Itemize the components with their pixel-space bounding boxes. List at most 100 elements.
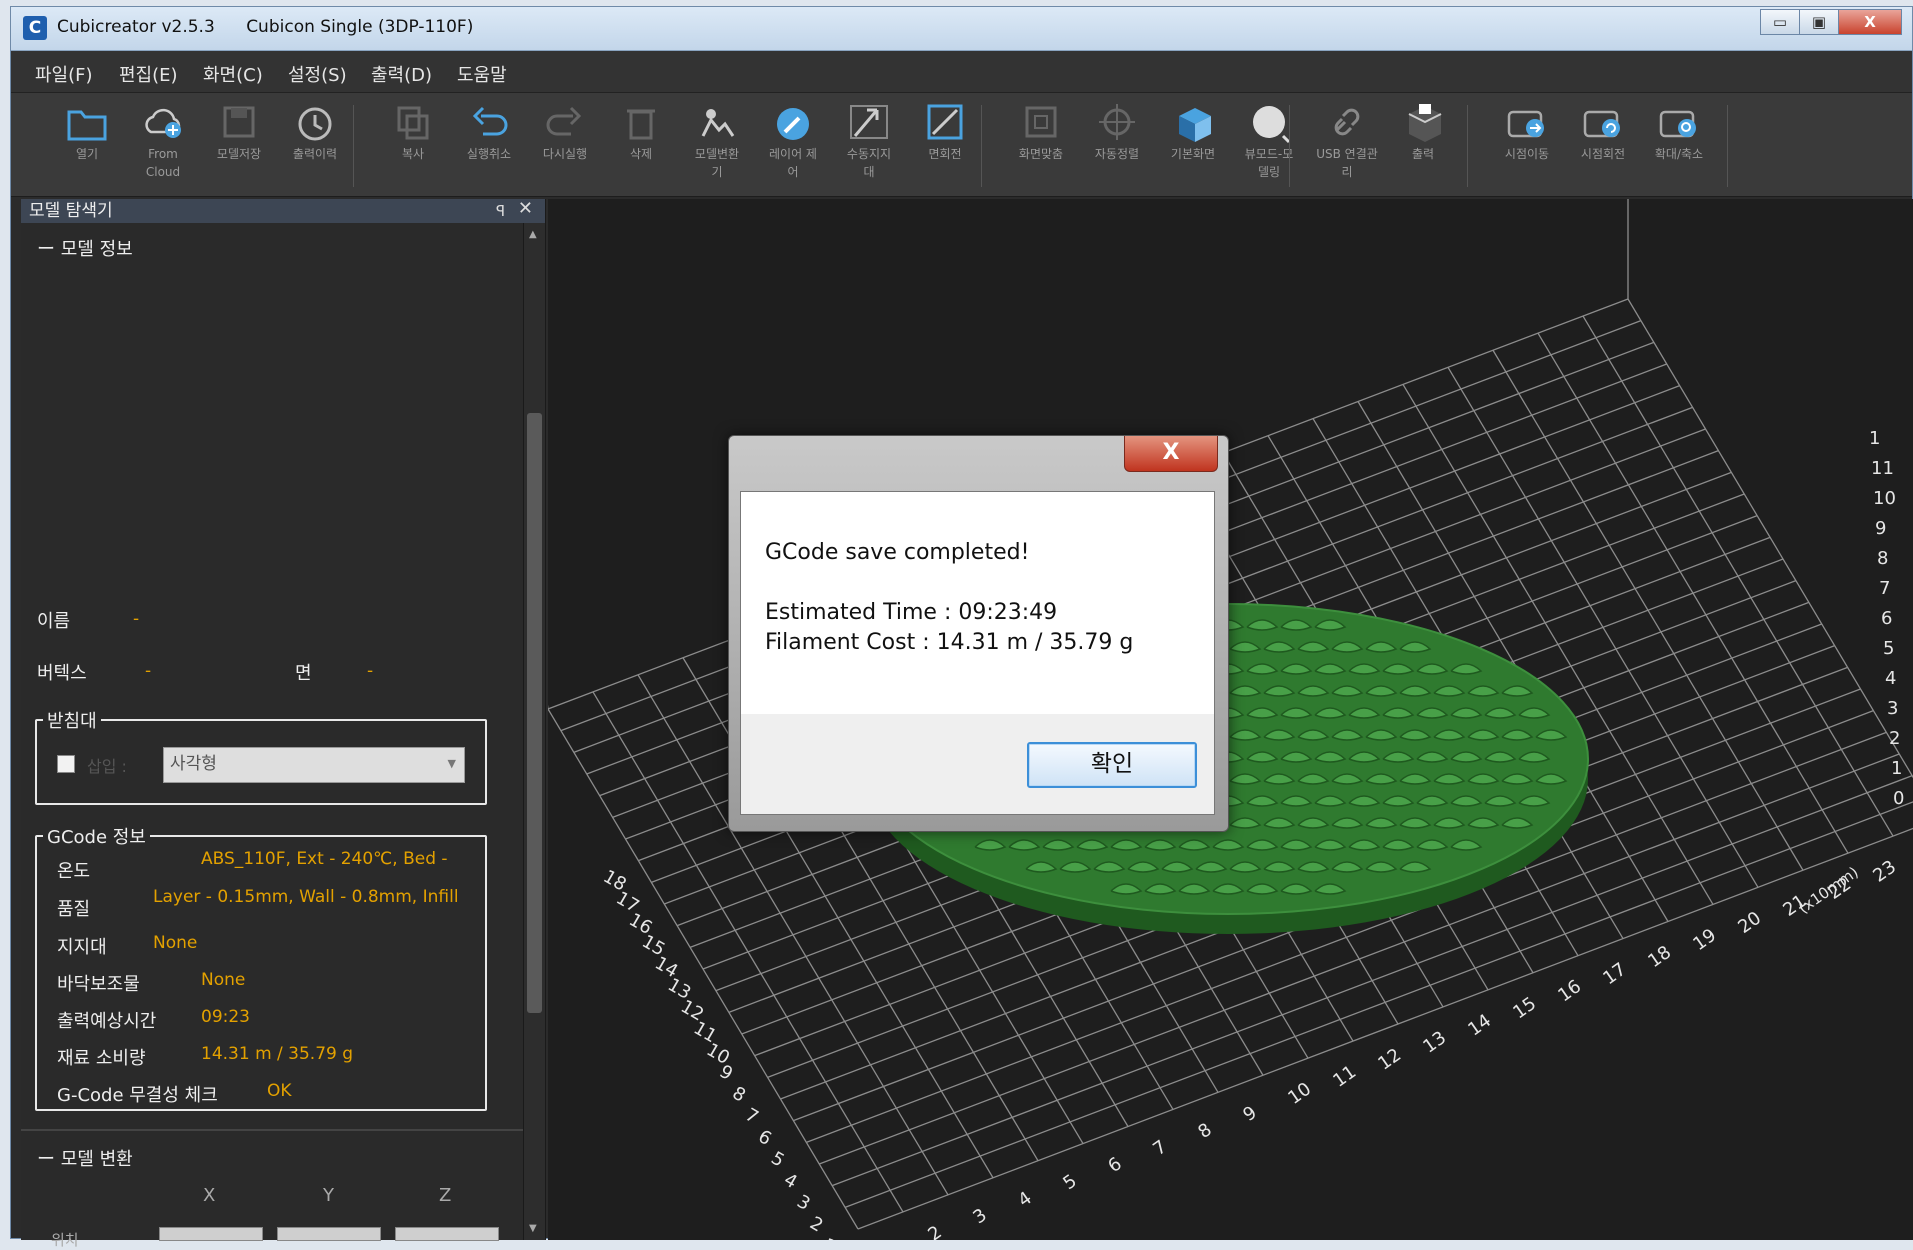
model-convert-icon bbox=[681, 99, 753, 145]
left-axis-tick: 3 bbox=[793, 1191, 813, 1215]
section-divider bbox=[21, 1129, 524, 1131]
raft-group-title: 받침대 bbox=[43, 707, 101, 733]
title-bar[interactable]: C Cubicreator v2.5.3 Cubicon Single (3DP… bbox=[11, 7, 1912, 51]
panel-header: 모델 탐색기 ꟼ ✕ bbox=[21, 197, 545, 223]
print-history-button[interactable]: 출력이력 bbox=[279, 99, 351, 163]
dialog-close-button[interactable]: X bbox=[1124, 436, 1218, 472]
right-axis-tick: 2 bbox=[1889, 728, 1900, 749]
open-button[interactable]: 열기 bbox=[51, 99, 123, 163]
axis-x-label: X bbox=[203, 1185, 216, 1206]
raft-shape-select[interactable]: 사각형 ▼ bbox=[163, 747, 465, 783]
scroll-thumb[interactable] bbox=[527, 413, 542, 1013]
print-label: 출력 bbox=[1411, 147, 1435, 161]
scroll-down-icon[interactable]: ▼ bbox=[529, 1223, 537, 1234]
zoom-button[interactable]: 확대/축소 bbox=[1643, 99, 1715, 163]
estimated-time-text: Estimated Time : 09:23:49 bbox=[765, 600, 1058, 625]
delete-label: 삭제 bbox=[629, 147, 653, 161]
menu-edit[interactable]: 편집(E) bbox=[119, 61, 178, 87]
gcode-temp-label: 온도 bbox=[57, 861, 91, 882]
menu-file[interactable]: 파일(F) bbox=[35, 61, 93, 87]
default-view-button[interactable]: 기본화면 bbox=[1157, 99, 1229, 163]
gcode-brim-label: 바닥보조물 bbox=[57, 974, 140, 995]
panel-scrollbar[interactable]: ▲ ▼ bbox=[523, 223, 545, 1240]
toolbar-separator bbox=[981, 105, 982, 187]
menu-settings[interactable]: 설정(S) bbox=[288, 61, 347, 87]
model-info-section-title[interactable]: ー 모델 정보 bbox=[37, 235, 133, 261]
save-model-button[interactable]: 모델저장 bbox=[203, 99, 275, 163]
gcode-info-group: GCode 정보 온도 ABS_110F, Ext - 240℃, Bed - … bbox=[35, 823, 487, 1111]
model-convert-button[interactable]: 모델변환 기 bbox=[681, 99, 753, 181]
maximize-button[interactable]: ▣ bbox=[1799, 9, 1839, 35]
menu-view[interactable]: 화면(C) bbox=[203, 61, 263, 87]
minimize-button[interactable]: ▭ bbox=[1760, 9, 1800, 35]
save-model-label: 모델저장 bbox=[216, 147, 262, 161]
fit-screen-button[interactable]: 화면맞춤 bbox=[1005, 99, 1077, 163]
trash-icon bbox=[605, 99, 677, 145]
from-cloud-button[interactable]: From Cloud bbox=[127, 99, 199, 181]
toolbar-separator bbox=[1467, 105, 1468, 187]
right-axis-tick: 9 bbox=[1875, 518, 1886, 539]
default-view-label: 기본화면 bbox=[1170, 147, 1216, 161]
gcode-time-value: 09:23 bbox=[201, 1007, 250, 1027]
menu-bar: 파일(F) 편집(E) 화면(C) 설정(S) 출력(D) 도움말 bbox=[11, 51, 1912, 93]
crosshair-icon bbox=[1081, 99, 1153, 145]
menu-help[interactable]: 도움말 bbox=[457, 61, 507, 87]
camera-rotate-icon bbox=[1567, 99, 1639, 145]
dialog-message: GCode save completed! bbox=[765, 540, 1030, 565]
view-rotate-button[interactable]: 시점회전 bbox=[1567, 99, 1639, 163]
pin-icon[interactable]: ꟼ bbox=[496, 199, 505, 223]
redo-label: 다시실행 bbox=[542, 147, 588, 161]
undo-button[interactable]: 실행취소 bbox=[453, 99, 525, 163]
left-axis-tick: 8 bbox=[729, 1083, 749, 1107]
scroll-up-icon[interactable]: ▲ bbox=[529, 229, 537, 240]
gcode-integrity-value: OK bbox=[267, 1081, 292, 1101]
bottom-axis-tick: 2 bbox=[924, 1222, 945, 1240]
raft-insert-checkbox[interactable] bbox=[57, 755, 75, 773]
menu-print[interactable]: 출력(D) bbox=[371, 61, 432, 87]
panel-close-icon[interactable]: ✕ bbox=[518, 197, 533, 221]
right-axis-tick: 6 bbox=[1881, 608, 1892, 629]
view-move-button[interactable]: 시점이동 bbox=[1491, 99, 1563, 163]
usb-connect-button[interactable]: USB 연결관 리 bbox=[1311, 99, 1383, 181]
bottom-axis-tick: 8 bbox=[1194, 1119, 1215, 1143]
window-title: Cubicreator v2.5.3 Cubicon Single (3DP-1… bbox=[57, 17, 499, 37]
right-axis-tick: 1 bbox=[1891, 758, 1902, 779]
view-mode-button[interactable]: 뷰모드-모 델링 bbox=[1233, 99, 1305, 181]
right-axis-tick: 8 bbox=[1877, 548, 1888, 569]
app-logo-icon: C bbox=[23, 16, 47, 40]
gcode-support-value: None bbox=[153, 933, 198, 953]
panel-title: 모델 탐색기 bbox=[29, 201, 113, 221]
gcode-integrity-label: G-Code 무결성 체크 bbox=[57, 1085, 218, 1106]
print-history-label: 출력이력 bbox=[292, 147, 338, 161]
raft-remove-label: 레이어 제 어 bbox=[769, 147, 817, 179]
bottom-axis-tick: 12 bbox=[1374, 1044, 1405, 1074]
bottom-axis-tick: 9 bbox=[1239, 1102, 1260, 1126]
vertex-label: 버텍스 bbox=[37, 663, 87, 684]
auto-arrange-button[interactable]: 자동정렬 bbox=[1081, 99, 1153, 163]
face-rotate-label: 면회전 bbox=[928, 147, 962, 161]
view-rotate-label: 시점회전 bbox=[1580, 147, 1626, 161]
manual-support-button[interactable]: 수동지지 대 bbox=[833, 99, 905, 181]
face-label: 면 bbox=[295, 663, 312, 684]
fit-screen-icon bbox=[1005, 99, 1077, 145]
window-close-button[interactable]: X bbox=[1838, 9, 1902, 35]
model-transform-section-title[interactable]: ー 모델 변환 bbox=[37, 1145, 133, 1171]
right-axis-tick: 10 bbox=[1873, 488, 1896, 509]
bottom-axis-tick: 19 bbox=[1689, 925, 1720, 955]
folder-open-icon bbox=[51, 99, 123, 145]
print-button[interactable]: 출력 bbox=[1387, 99, 1459, 163]
link-icon bbox=[1311, 99, 1383, 145]
delete-button[interactable]: 삭제 bbox=[605, 99, 677, 163]
toolbar-separator bbox=[1289, 105, 1290, 187]
usb-connect-label: USB 연결관 리 bbox=[1316, 147, 1378, 179]
ok-button[interactable]: 확인 bbox=[1027, 742, 1197, 788]
bottom-axis-tick: 11 bbox=[1329, 1061, 1360, 1091]
copy-button[interactable]: 복사 bbox=[377, 99, 449, 163]
face-value: - bbox=[367, 661, 374, 681]
redo-button[interactable]: 다시실행 bbox=[529, 99, 601, 163]
history-icon bbox=[279, 99, 351, 145]
open-label: 열기 bbox=[75, 147, 99, 161]
face-rotate-button[interactable]: 면회전 bbox=[909, 99, 981, 163]
left-axis-tick: 2 bbox=[806, 1213, 826, 1237]
raft-remove-button[interactable]: 레이어 제 어 bbox=[757, 99, 829, 181]
